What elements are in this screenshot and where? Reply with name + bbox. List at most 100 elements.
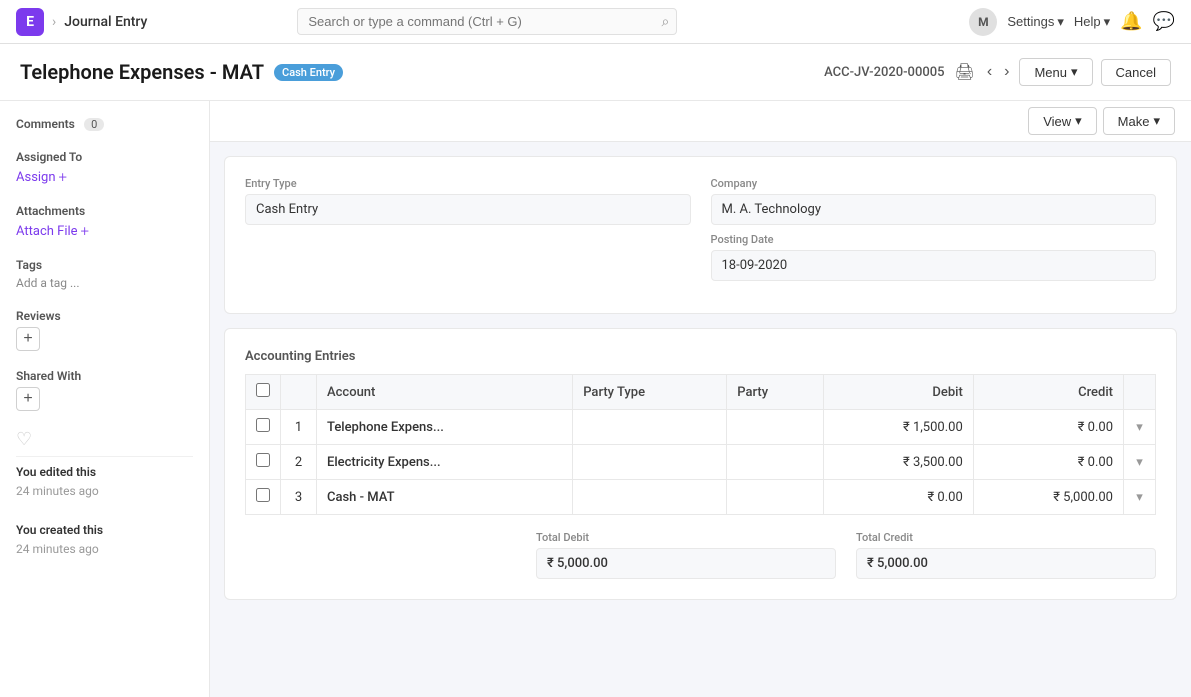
page-title: Telephone Expenses - MAT [20,60,264,84]
entry-type-value: Cash Entry [245,194,691,225]
row-party-type [573,480,727,515]
activity-log: You edited this 24 minutes ago You creat… [16,463,193,559]
row-party-type [573,445,727,480]
view-button[interactable]: View ▾ [1028,107,1096,135]
breadcrumb-page-name: Journal Entry [64,14,147,30]
total-debit-value: ₹ 5,000.00 [536,548,836,579]
sidebar-assigned-to: Assigned To Assign + [16,150,193,186]
entries-table: Account Party Type Party Debit Credit 1 … [245,374,1156,515]
row-party [727,480,823,515]
row-num: 1 [281,410,317,445]
posting-date-value: 18-09-2020 [711,250,1157,281]
next-button[interactable]: › [1002,61,1011,83]
sidebar-shared-with: Shared With + [16,369,193,411]
col-checkbox [246,375,281,410]
settings-button[interactable]: Settings ▾ [1007,14,1064,30]
topnav-right: M Settings ▾ Help ▾ 🔔 💬 [969,8,1175,36]
row-party [727,410,823,445]
total-credit-label: Total Credit [856,531,1156,544]
status-badge: Cash Entry [274,64,343,81]
accounting-entries-title: Accounting Entries [245,349,1156,364]
row-checkbox-cell[interactable] [246,480,281,515]
avatar[interactable]: M [969,8,997,36]
activity-item-1: You edited this 24 minutes ago [16,463,193,501]
make-chevron-icon: ▾ [1153,113,1160,129]
page-header-actions: ACC-JV-2020-00005 🖨 ‹ › Menu ▾ Cancel [824,58,1171,86]
accounting-entries-card: Accounting Entries Account Party Type Pa… [224,328,1177,600]
main-content: View ▾ Make ▾ Entry Type Cash Entry Comp… [210,101,1191,697]
row-account: Electricity Expens... [317,445,573,480]
prev-button[interactable]: ‹ [985,61,994,83]
search-input[interactable] [297,8,677,35]
form-card: Entry Type Cash Entry Company M. A. Tech… [224,156,1177,314]
row-dropdown[interactable]: ▾ [1124,445,1156,480]
document-id: ACC-JV-2020-00005 [824,65,944,80]
row-dropdown[interactable]: ▾ [1124,480,1156,515]
row-dropdown[interactable]: ▾ [1124,410,1156,445]
print-button[interactable]: 🖨 [953,60,977,84]
col-credit: Credit [973,375,1123,410]
sidebar-comments: Comments 0 [16,117,193,132]
row-checkbox-cell[interactable] [246,445,281,480]
notifications-icon[interactable]: 🔔 [1120,11,1142,32]
total-debit-group: Total Debit ₹ 5,000.00 [536,531,836,579]
make-button[interactable]: Make ▾ [1103,107,1175,135]
help-button[interactable]: Help ▾ [1074,14,1110,30]
row-checkbox-cell[interactable] [246,410,281,445]
attach-file-link[interactable]: Attach File + [16,222,89,240]
total-credit-value: ₹ 5,000.00 [856,548,1156,579]
content-toolbar: View ▾ Make ▾ [210,101,1191,142]
activity-item-2: You created this 24 minutes ago [16,521,193,559]
row-num: 3 [281,480,317,515]
table-row: 1 Telephone Expens... ₹ 1,500.00 ₹ 0.00 … [246,410,1156,445]
add-review-button[interactable]: + [16,327,40,351]
assign-plus-icon: + [59,168,67,186]
assign-link[interactable]: Assign + [16,168,67,186]
col-debit: Debit [823,375,973,410]
attach-plus-icon: + [81,222,89,240]
add-shared-button[interactable]: + [16,387,40,411]
row-credit: ₹ 0.00 [973,445,1123,480]
col-party-type: Party Type [573,375,727,410]
row-credit: ₹ 5,000.00 [973,480,1123,515]
search-icon: ⌕ [662,14,670,30]
sidebar-reviews: Reviews + [16,309,193,351]
row-debit: ₹ 1,500.00 [823,410,973,445]
sidebar: Comments 0 Assigned To Assign + Attachme… [0,101,210,697]
help-chevron-icon: ▾ [1104,14,1111,30]
col-num [281,375,317,410]
breadcrumb-chevron: › [52,14,56,30]
row-num: 2 [281,445,317,480]
row-party-type [573,410,727,445]
row-checkbox[interactable] [256,453,270,467]
company-value: M. A. Technology [711,194,1157,225]
sidebar-tags: Tags Add a tag ... [16,258,193,291]
company-group: Company M. A. Technology Posting Date 18… [711,177,1157,281]
app-logo[interactable]: E [16,8,44,36]
add-tag-input[interactable]: Add a tag ... [16,276,80,290]
row-party [727,445,823,480]
row-credit: ₹ 0.00 [973,410,1123,445]
topnav: E › Journal Entry ⌕ M Settings ▾ Help ▾ … [0,0,1191,44]
chat-icon[interactable]: 💬 [1153,11,1175,32]
table-row: 3 Cash - MAT ₹ 0.00 ₹ 5,000.00 ▾ [246,480,1156,515]
menu-button[interactable]: Menu ▾ [1019,58,1092,86]
totals-section: Total Debit ₹ 5,000.00 Total Credit ₹ 5,… [245,531,1156,579]
cancel-button[interactable]: Cancel [1101,59,1171,86]
col-actions [1124,375,1156,410]
comments-count: 0 [84,118,104,131]
form-row-1: Entry Type Cash Entry Company M. A. Tech… [245,177,1156,281]
sidebar-attachments: Attachments Attach File + [16,204,193,240]
menu-chevron-icon: ▾ [1071,64,1078,80]
page-header: Telephone Expenses - MAT Cash Entry ACC-… [0,44,1191,101]
select-all-checkbox[interactable] [256,383,270,397]
layout: Comments 0 Assigned To Assign + Attachme… [0,101,1191,697]
row-account: Cash - MAT [317,480,573,515]
row-debit: ₹ 0.00 [823,480,973,515]
row-checkbox[interactable] [256,418,270,432]
table-row: 2 Electricity Expens... ₹ 3,500.00 ₹ 0.0… [246,445,1156,480]
row-checkbox[interactable] [256,488,270,502]
like-icon[interactable]: ♡ [16,429,193,450]
col-party: Party [727,375,823,410]
total-credit-group: Total Credit ₹ 5,000.00 [856,531,1156,579]
